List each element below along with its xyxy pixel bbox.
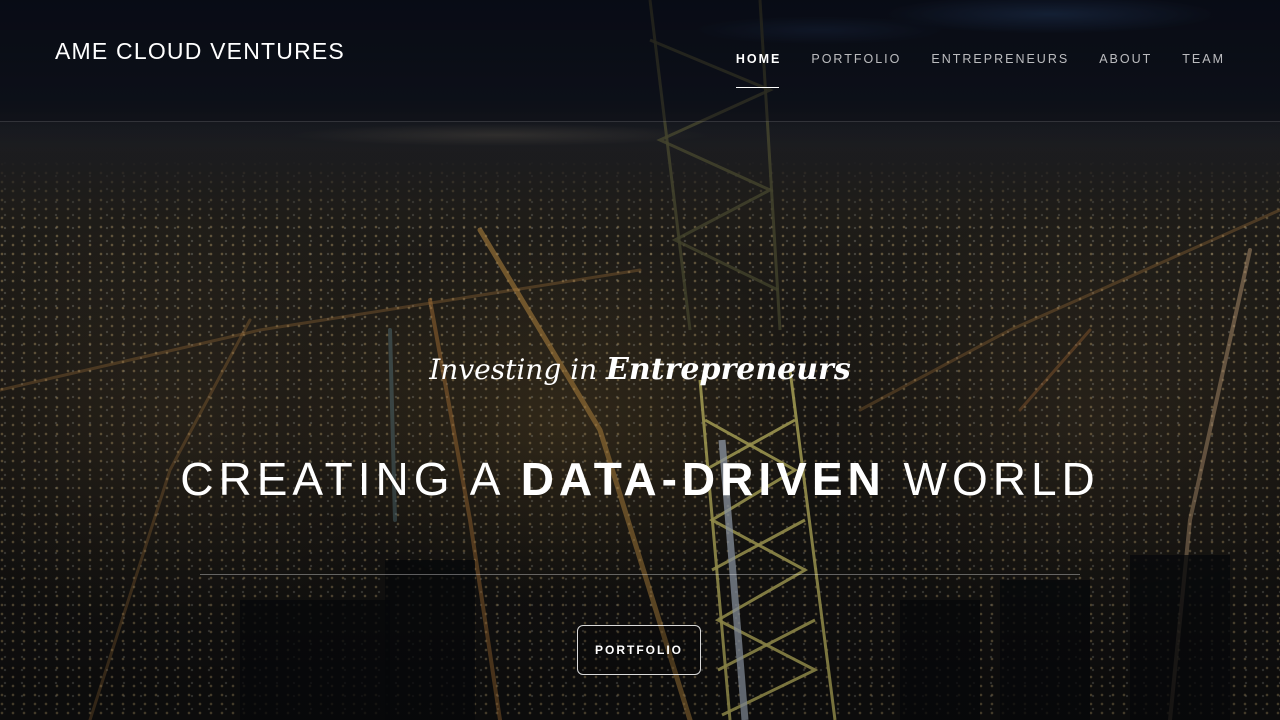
- hero-section: AME CLOUD VENTURES HOME PORTFOLIO ENTREP…: [0, 0, 1280, 720]
- nav-item-about[interactable]: ABOUT: [1099, 52, 1152, 88]
- portfolio-button[interactable]: PORTFOLIO: [577, 625, 701, 675]
- headline-emphasis: DATA-DRIVEN: [520, 453, 886, 505]
- nav-item-home[interactable]: HOME: [735, 52, 782, 88]
- headline-part-1: CREATING A: [180, 453, 521, 505]
- nav-item-entrepreneurs[interactable]: ENTREPRENEURS: [931, 52, 1069, 88]
- hero-headline: CREATING A DATA-DRIVEN WORLD: [0, 452, 1280, 506]
- main-nav: HOME PORTFOLIO ENTREPRENEURS ABOUT TEAM: [735, 52, 1225, 88]
- nav-item-team[interactable]: TEAM: [1182, 52, 1225, 88]
- headline-part-2: WORLD: [885, 453, 1100, 505]
- tagline-emphasis: Entrepreneurs: [606, 352, 851, 387]
- nav-item-portfolio[interactable]: PORTFOLIO: [811, 52, 901, 88]
- hero-tagline: Investing in Entrepreneurs: [0, 352, 1280, 387]
- hero-divider: [200, 574, 1080, 575]
- site-header: AME CLOUD VENTURES HOME PORTFOLIO ENTREP…: [0, 0, 1280, 122]
- site-logo[interactable]: AME CLOUD VENTURES: [55, 38, 345, 65]
- tagline-lead: Investing in: [429, 353, 607, 386]
